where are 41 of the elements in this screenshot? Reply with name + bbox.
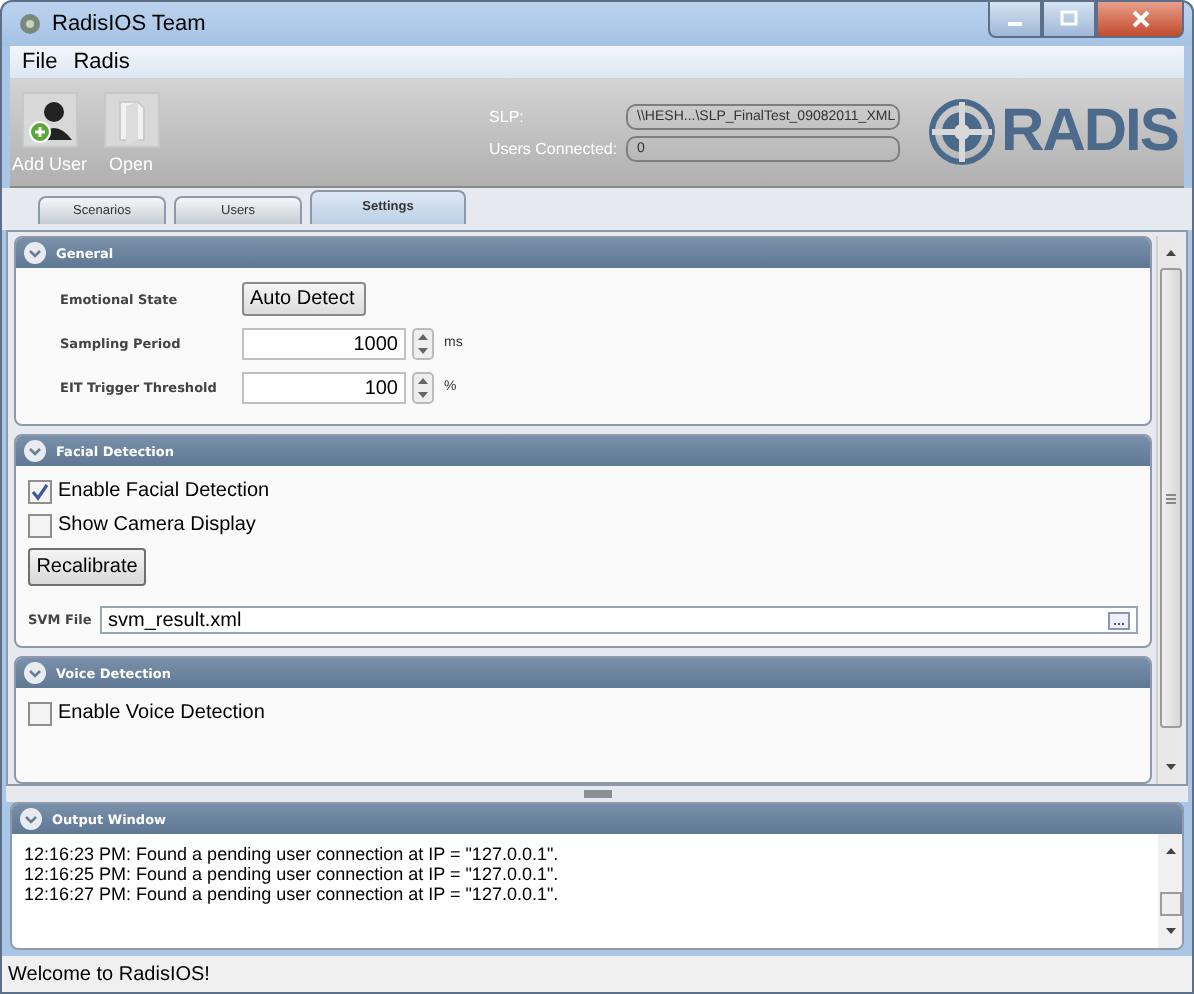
slp-label: SLP: [489,107,526,125]
scrollbar[interactable] [1158,834,1182,948]
app-icon [18,12,42,36]
maximize-icon [1060,10,1078,28]
checkbox-label[interactable]: Show Camera Display [58,514,256,536]
number-field[interactable]: 1000 [242,327,406,359]
users-connected-label: Users Connected: [489,139,620,157]
browse-icon[interactable] [1108,611,1130,629]
recalibrate-button[interactable]: Recalibrate [28,548,146,586]
checkbox[interactable] [28,701,52,725]
checkbox-label[interactable]: Enable Facial Detection [58,480,270,502]
log-line: 12:16:27 PM: Found a pending user connection at IP = "127.0.0.1". [24,884,561,904]
close-button[interactable] [1096,2,1184,38]
number-field[interactable]: 100 [242,371,406,403]
dropdown[interactable]: Auto Detect [242,282,366,316]
maximize-button[interactable] [1042,2,1096,38]
crosshair-logo-icon [927,98,996,166]
window-title: RadisIOS Team [52,12,206,36]
menu-item[interactable]: Radis [65,50,138,74]
log-line: 12:16:23 PM: Found a pending user connection at IP = "127.0.0.1". [24,844,561,864]
log-line: 12:16:25 PM: Found a pending user connection at IP = "127.0.0.1". [24,864,561,884]
collapse-icon[interactable] [24,440,46,462]
file-field[interactable]: svm_result.xml [100,606,1138,634]
splitter-grip-icon[interactable] [583,790,611,798]
checked-checkbox[interactable] [28,479,52,503]
close-icon [1131,10,1149,28]
checkbox[interactable] [28,513,52,537]
collapse-icon[interactable] [24,662,46,684]
minimize-button[interactable] [988,2,1042,38]
scrollbar[interactable] [1156,236,1182,784]
checkbox-label[interactable]: Enable Voice Detection [58,702,265,724]
grip-icon [1165,493,1175,503]
collapse-icon[interactable] [24,242,46,264]
collapse-icon[interactable] [20,808,42,830]
scrollbar-thumb[interactable] [1159,892,1181,916]
status-text: Welcome to RadisIOS! [8,963,210,985]
spinner-arrows-icon[interactable] [412,371,434,403]
menu-item[interactable]: File [14,50,66,74]
spinner-arrows-icon[interactable] [412,327,434,359]
logo-text: RADIS [1001,98,1178,166]
scrollbar-thumb[interactable] [1159,268,1181,728]
